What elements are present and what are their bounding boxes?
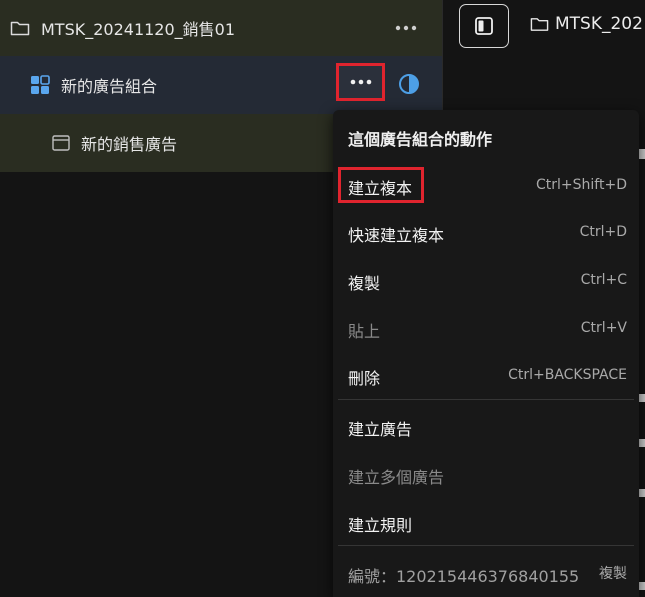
menu-item-label: 建立規則 [348,516,413,535]
folder-icon [530,18,549,31]
menu-item-label: 建立廣告 [348,420,413,439]
menu-item-shortcut: Ctrl+BACKSPACE [508,367,627,383]
menu-item-label: 刪除 [348,369,381,388]
menu-item-create-rule[interactable]: 建立規則 [333,504,639,540]
more-horizontal-icon [350,79,371,85]
menu-item-paste[interactable]: 貼上 Ctrl+V [333,310,639,346]
menu-item-shortcut: Ctrl+C [580,272,627,288]
menu-item-shortcut: Ctrl+D [579,224,627,240]
campaign-more-button[interactable] [392,14,420,42]
folder-icon [10,21,30,36]
breadcrumb[interactable]: MTSK_202 [530,14,643,34]
menu-item-copy[interactable]: 複製 Ctrl+C [333,262,639,298]
half-circle-icon[interactable] [398,73,420,95]
ad-name: 新的銷售廣告 [81,135,178,154]
menu-item-shortcut: Ctrl+V [580,320,627,336]
menu-item-shortcut: Ctrl+Shift+D [536,177,627,193]
menu-item-label: 快速建立複本 [348,226,445,245]
sidebar-toggle-button[interactable] [459,4,509,48]
adset-id-text: 編號：120215446376840155 [348,567,580,586]
adset-more-button[interactable] [336,63,385,101]
menu-item-label: 複製 [348,274,381,293]
menu-divider [338,399,634,400]
menu-divider [338,545,634,546]
menu-title: 這個廣告組合的動作 [348,130,493,149]
menu-item-create-multiple-ads[interactable]: 建立多個廣告 [333,456,639,492]
menu-item-delete[interactable]: 刪除 Ctrl+BACKSPACE [333,357,639,393]
campaign-name: MTSK_20241120_銷售01 [41,20,236,39]
more-horizontal-icon [395,25,417,31]
adset-name: 新的廣告組合 [61,77,158,96]
tree-row-campaign[interactable]: MTSK_20241120_銷售01 [0,0,442,56]
breadcrumb-campaign: MTSK_202 [555,14,643,34]
sidebar-toggle-icon [475,17,493,35]
menu-item-label: 貼上 [348,322,381,341]
menu-item-label: 建立多個廣告 [348,468,445,487]
menu-item-create-ad[interactable]: 建立廣告 [333,408,639,444]
adset-grid-icon [31,75,50,94]
ad-window-icon [52,135,70,151]
highlight-annotation [338,167,424,203]
menu-item-quick-duplicate[interactable]: 快速建立複本 Ctrl+D [333,214,639,250]
copy-id-button[interactable]: 複製 [599,563,627,583]
